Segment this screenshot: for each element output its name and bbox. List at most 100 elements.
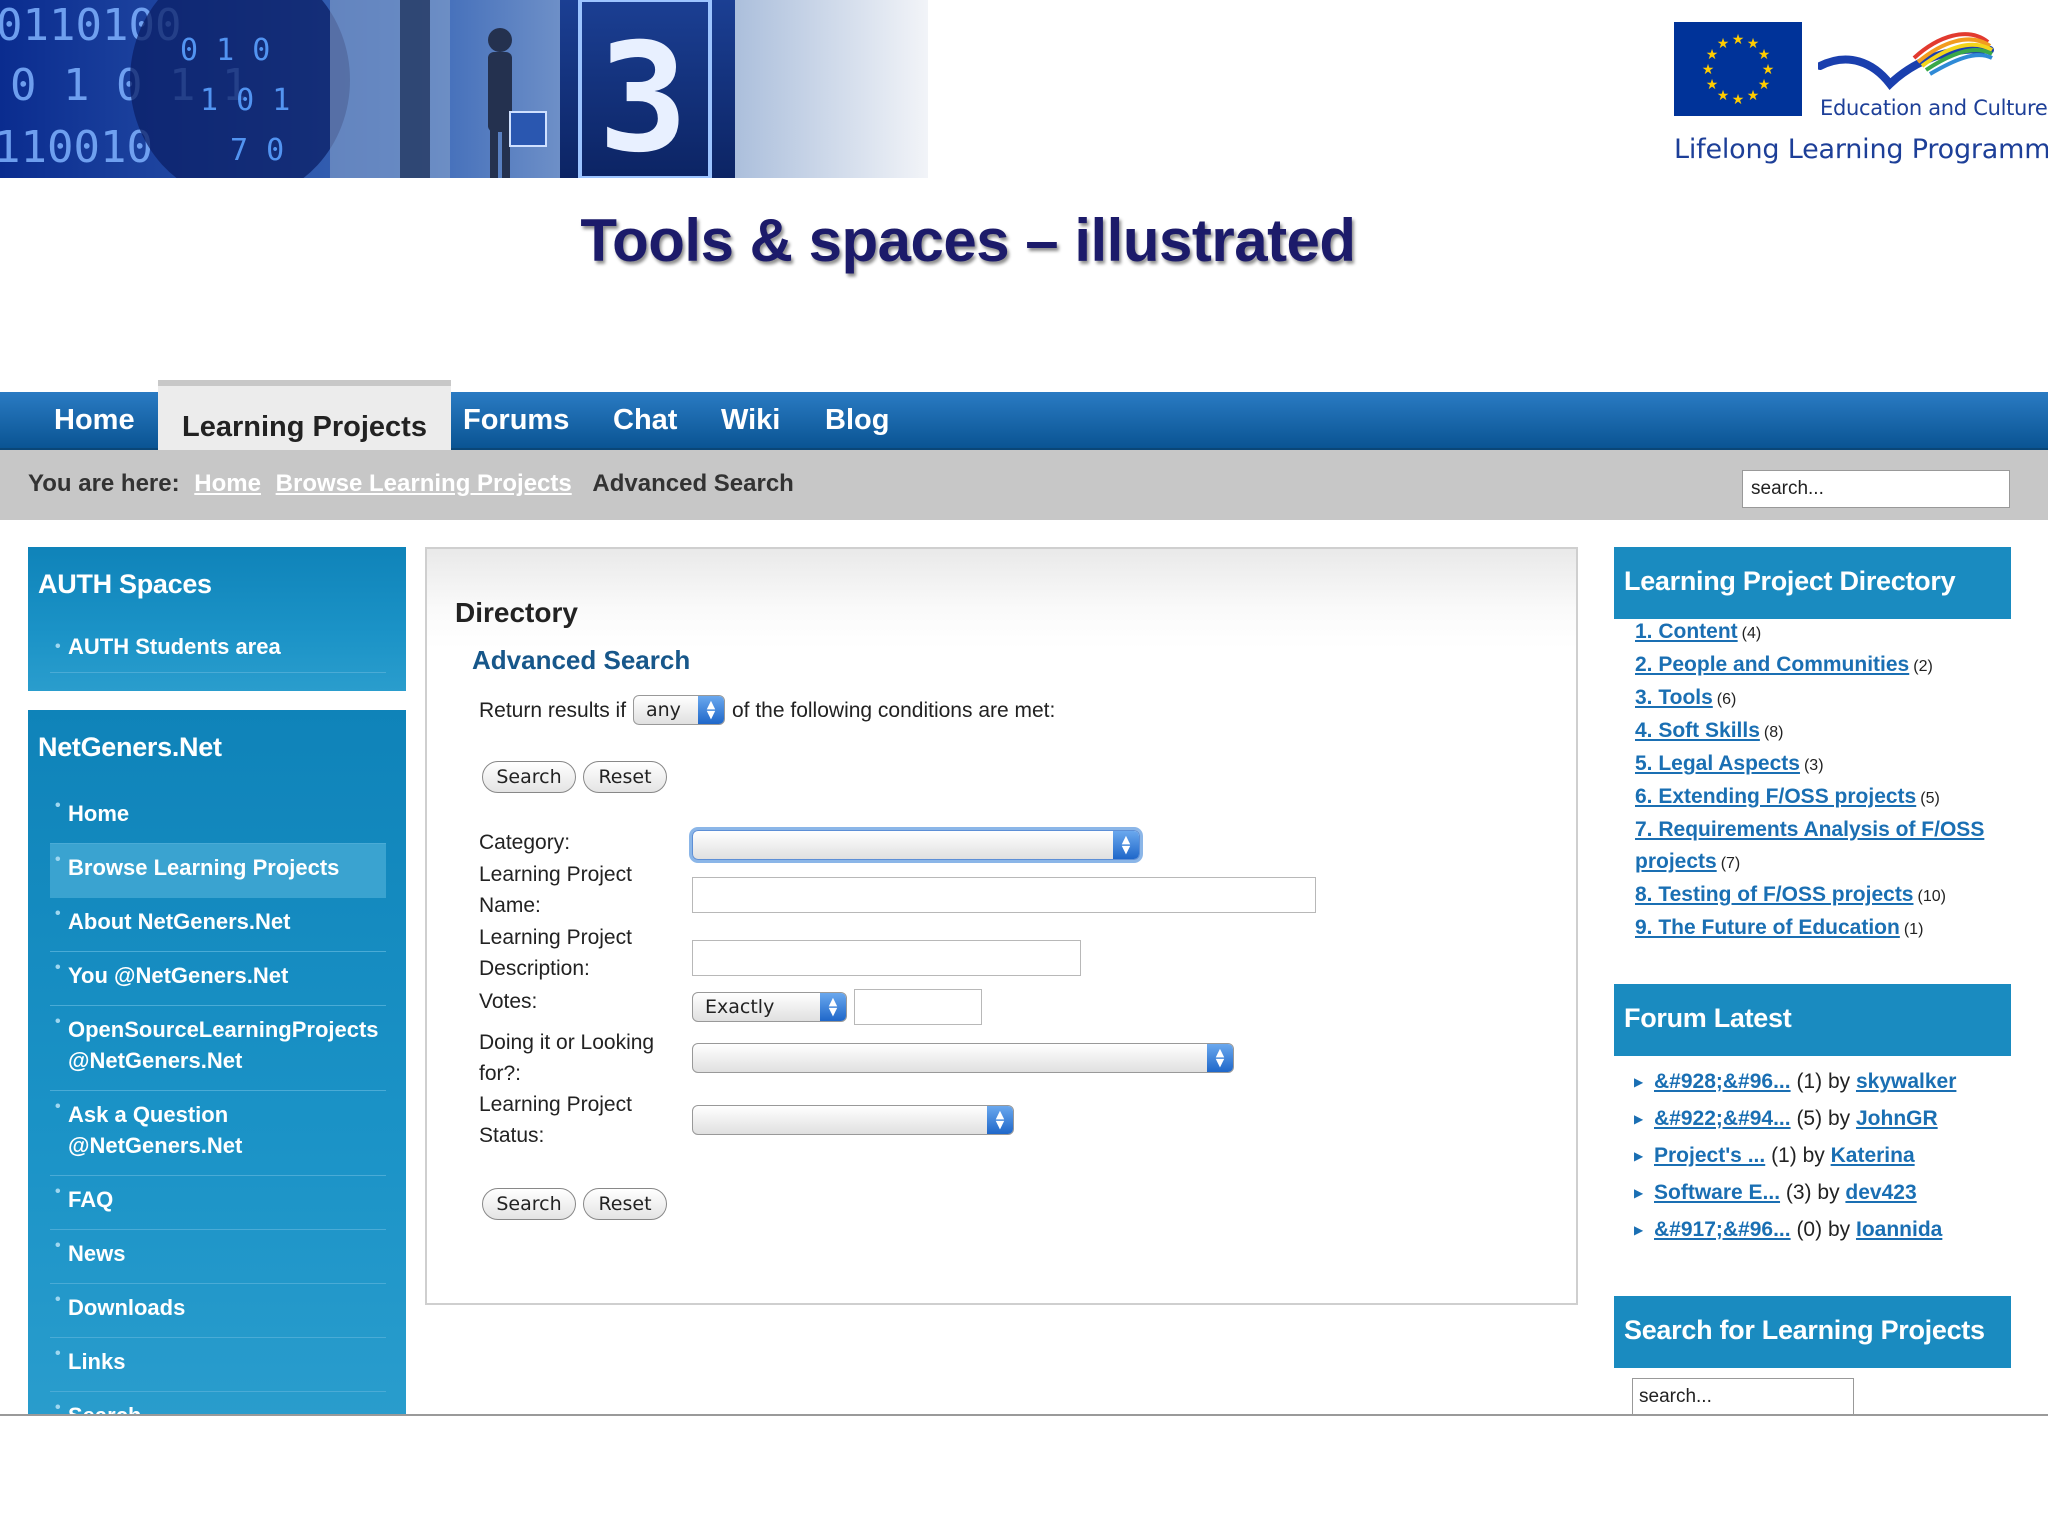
forum-by: by: [1817, 1181, 1840, 1204]
svg-text:1 0 1: 1 0 1: [200, 83, 290, 118]
bullet-arrow-icon: ▶: [1634, 1186, 1644, 1201]
project-description-label: Learning Project Description:: [479, 926, 632, 980]
votes-input[interactable]: [854, 989, 982, 1025]
directory-link[interactable]: 5. Legal Aspects: [1635, 752, 1800, 775]
forum-user-link[interactable]: JohnGR: [1856, 1107, 1938, 1130]
nav-tab-home[interactable]: Home: [54, 392, 135, 450]
votes-operator-value: Exactly: [705, 996, 775, 1018]
netgeners-box: NetGeners.Net Home Browse Learning Proje…: [28, 710, 406, 1414]
sidebar-item-auth-students[interactable]: AUTH Students area: [50, 631, 386, 673]
svg-text:★: ★: [1762, 62, 1775, 78]
directory-item[interactable]: 7. Requirements Analysis of F/OSS projec…: [1635, 814, 1995, 880]
doing-looking-select[interactable]: ▲ ▼: [692, 1043, 1234, 1073]
forum-item: ▶ Project's ... (1) by Katerina: [1634, 1144, 1915, 1168]
directory-link[interactable]: 3. Tools: [1635, 686, 1713, 709]
site-search-input[interactable]: search...: [1742, 470, 2010, 508]
votes-label: Votes:: [479, 990, 538, 1013]
directory-link[interactable]: 7. Requirements Analysis of F/OSS projec…: [1635, 818, 1984, 873]
breadcrumb-link-browse[interactable]: Browse Learning Projects: [276, 470, 572, 497]
bullet-arrow-icon: ▶: [1634, 1223, 1644, 1238]
votes-operator-select[interactable]: Exactly ▲ ▼: [692, 992, 847, 1022]
sidebar-item-links[interactable]: Links: [50, 1338, 386, 1392]
project-name-input[interactable]: [692, 877, 1316, 913]
directory-item[interactable]: 1. Content (4): [1635, 616, 1761, 650]
nav-tab-wiki[interactable]: Wiki: [721, 392, 780, 450]
forum-user-link[interactable]: skywalker: [1856, 1070, 1956, 1093]
directory-item[interactable]: 9. The Future of Education (1): [1635, 912, 1923, 946]
nav-tab-forums[interactable]: Forums: [463, 392, 569, 450]
directory-link[interactable]: 6. Extending F/OSS projects: [1635, 785, 1916, 808]
header-banner-image: 0110100 0 1 0 1 1 110010 0 1 0 1 0 1 7 0…: [0, 0, 928, 178]
directory-item[interactable]: 5. Legal Aspects (3): [1635, 748, 1824, 782]
forum-user-link[interactable]: dev423: [1845, 1181, 1916, 1204]
svg-text:110010: 110010: [0, 122, 153, 173]
forum-topic-link[interactable]: Software E...: [1654, 1181, 1780, 1204]
search-button-top[interactable]: Search: [482, 761, 576, 793]
project-search-input[interactable]: search...: [1632, 1378, 1854, 1414]
svg-text:★: ★: [1702, 62, 1715, 78]
forum-topic-link[interactable]: &#922;&#94...: [1654, 1107, 1791, 1130]
directory-link[interactable]: 2. People and Communities: [1635, 653, 1909, 676]
forum-user-link[interactable]: Katerina: [1831, 1144, 1915, 1167]
sidebar-item-news[interactable]: News: [50, 1230, 386, 1284]
sidebar-item-ask-question[interactable]: Ask a Question @NetGeners.Net: [50, 1091, 386, 1176]
directory-link[interactable]: 8. Testing of F/OSS projects: [1635, 883, 1914, 906]
directory-box-title: Learning Project Directory: [1624, 566, 1956, 596]
sidebar-item-search[interactable]: Search: [50, 1392, 386, 1414]
directory-box-header: Learning Project Directory: [1614, 547, 2011, 619]
forum-count: (3): [1785, 1181, 1812, 1204]
category-select[interactable]: ▲ ▼: [692, 830, 1140, 860]
sidebar-item-faq[interactable]: FAQ: [50, 1176, 386, 1230]
sidebar-item-browse-learning-projects[interactable]: Browse Learning Projects: [50, 844, 386, 898]
directory-item[interactable]: 6. Extending F/OSS projects (5): [1635, 781, 1940, 815]
sidebar-item-about[interactable]: About NetGeners.Net: [50, 898, 386, 952]
search-button-bottom[interactable]: Search: [482, 1188, 576, 1220]
slide-title: Tools & spaces – illustrated: [580, 207, 1356, 274]
forum-item: ▶ &#922;&#94... (5) by JohnGR: [1634, 1107, 1938, 1131]
directory-link[interactable]: 9. The Future of Education: [1635, 916, 1900, 939]
forum-box-title: Forum Latest: [1624, 1003, 1792, 1033]
forum-by: by: [1802, 1144, 1825, 1167]
directory-link[interactable]: 4. Soft Skills: [1635, 719, 1760, 742]
eu-lifelong-learning-logo: ★★★ ★★★ ★★★ ★★★ Education and Culture DG…: [1674, 22, 2048, 172]
nav-tab-chat[interactable]: Chat: [613, 392, 677, 450]
match-mode-select[interactable]: any ▲ ▼: [633, 695, 725, 725]
directory-link[interactable]: 1. Content: [1635, 620, 1738, 643]
breadcrumb-prefix: You are here:: [28, 470, 180, 497]
breadcrumb-link-home[interactable]: Home: [194, 470, 261, 497]
select-arrows-icon: ▲ ▼: [1207, 1044, 1233, 1072]
sidebar-item-you[interactable]: You @NetGeners.Net: [50, 952, 386, 1006]
forum-item: ▶ &#917;&#96... (0) by Ioannida: [1634, 1218, 1942, 1242]
sidebar-item-home[interactable]: Home: [50, 790, 386, 844]
eu-dg-label: Education and Culture DG: [1820, 96, 2048, 120]
svg-text:★: ★: [1706, 77, 1719, 93]
directory-count: (3): [1803, 757, 1824, 774]
forum-by: by: [1827, 1070, 1851, 1093]
reset-button-top[interactable]: Reset: [583, 761, 667, 793]
return-results-prefix: Return results if: [479, 699, 627, 722]
directory-item[interactable]: 4. Soft Skills (8): [1635, 715, 1783, 749]
nav-tab-learning-projects[interactable]: Learning Projects: [158, 380, 451, 452]
directory-item[interactable]: 8. Testing of F/OSS projects (10): [1635, 879, 1946, 913]
auth-spaces-box: AUTH Spaces AUTH Students area: [28, 547, 406, 691]
forum-user-link[interactable]: Ioannida: [1856, 1218, 1942, 1241]
directory-item[interactable]: 2. People and Communities (2): [1635, 649, 1933, 683]
forum-topic-link[interactable]: Project's ...: [1654, 1144, 1765, 1167]
sidebar-item-downloads[interactable]: Downloads: [50, 1284, 386, 1338]
directory-item[interactable]: 3. Tools (6): [1635, 682, 1736, 716]
directory-panel: Directory Advanced Search Return results…: [425, 547, 1578, 1305]
forum-topic-link[interactable]: &#928;&#96...: [1654, 1070, 1791, 1093]
return-results-suffix: of the following conditions are met:: [732, 699, 1056, 722]
forum-topic-link[interactable]: &#917;&#96...: [1654, 1218, 1791, 1241]
project-status-select[interactable]: ▲ ▼: [692, 1105, 1014, 1135]
reset-button-bottom[interactable]: Reset: [583, 1188, 667, 1220]
llp-swoosh-icon: [1816, 22, 1994, 103]
sidebar-item-open-source-projects[interactable]: OpenSourceLearningProjects @NetGeners.Ne…: [50, 1006, 386, 1091]
project-description-input[interactable]: [692, 940, 1081, 976]
doing-looking-label: Doing it or Looking for?:: [479, 1031, 655, 1085]
nav-tab-blog[interactable]: Blog: [825, 392, 889, 450]
directory-count: (2): [1913, 658, 1933, 675]
forum-count: (0): [1796, 1218, 1823, 1241]
forum-count: (1): [1796, 1070, 1823, 1093]
svg-text:★: ★: [1732, 32, 1745, 48]
